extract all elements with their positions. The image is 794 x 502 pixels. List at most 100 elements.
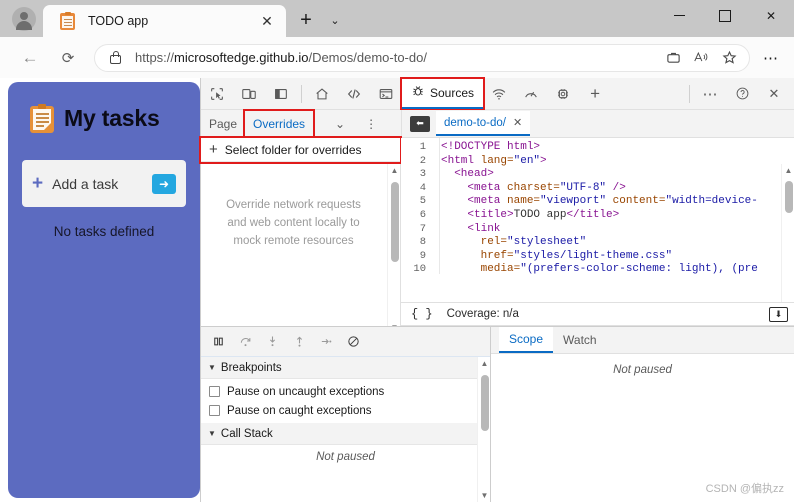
read-aloud-icon[interactable] bbox=[687, 45, 715, 71]
more-tools-icon[interactable]: ⋯ bbox=[697, 81, 723, 107]
add-task-input[interactable]: Add a task bbox=[52, 176, 152, 192]
code-text[interactable]: rel="stylesheet" bbox=[435, 236, 586, 250]
editor-file-tab[interactable]: demo-to-do/ ✕ bbox=[436, 111, 530, 136]
elements-icon[interactable] bbox=[341, 81, 367, 107]
help-icon[interactable] bbox=[729, 81, 755, 107]
call-stack-section-header[interactable]: ▼ Call Stack bbox=[201, 423, 490, 445]
step-into-icon[interactable] bbox=[259, 329, 286, 355]
bug-icon bbox=[411, 84, 425, 101]
line-number: 10 bbox=[401, 263, 435, 274]
checkbox[interactable] bbox=[209, 405, 220, 416]
avatar-body bbox=[16, 21, 32, 30]
scope-tab-bar: Scope Watch bbox=[491, 327, 794, 354]
browser-settings-icon[interactable]: ⋯ bbox=[756, 43, 786, 73]
call-stack-empty: Not paused bbox=[201, 445, 490, 463]
clipboard-icon bbox=[59, 13, 76, 30]
code-text[interactable]: href="styles/light-theme.css" bbox=[435, 250, 672, 264]
pause-icon[interactable] bbox=[205, 329, 232, 355]
breakpoints-section-header[interactable]: ▼ Breakpoints bbox=[201, 357, 490, 379]
window-close-button[interactable]: ✕ bbox=[748, 0, 794, 31]
window-controls: ✕ bbox=[656, 0, 794, 37]
code-text[interactable]: <!DOCTYPE html> bbox=[435, 141, 540, 155]
deactivate-breakpoints-icon[interactable] bbox=[340, 329, 367, 355]
code-line: 3 <head> bbox=[401, 168, 794, 182]
code-text[interactable]: media="(prefers-color-scheme: light), (p… bbox=[435, 263, 758, 274]
kebab-menu-icon[interactable]: ⋮ bbox=[357, 111, 385, 137]
memory-icon[interactable] bbox=[550, 81, 576, 107]
submit-task-button[interactable]: ➜ bbox=[152, 174, 176, 194]
line-number: 8 bbox=[401, 236, 435, 250]
scope-watch-panel: Scope Watch Not paused CSDN @偏执zz bbox=[491, 327, 794, 502]
line-number: 7 bbox=[401, 223, 435, 237]
plus-icon: + bbox=[32, 173, 43, 195]
scroll-down-arrow-icon[interactable]: ▼ bbox=[478, 489, 491, 502]
close-icon[interactable]: ✕ bbox=[256, 10, 278, 32]
select-folder-for-overrides-button[interactable]: + Select folder for overrides bbox=[201, 138, 400, 162]
lock-icon bbox=[109, 50, 123, 65]
add-panel-icon[interactable]: + bbox=[582, 81, 608, 107]
code-content[interactable]: 1<!DOCTYPE html>2<html lang="en">3 <head… bbox=[401, 138, 794, 274]
code-text[interactable]: <link bbox=[435, 223, 500, 237]
code-text[interactable]: <meta charset="UTF-8" /> bbox=[435, 182, 626, 196]
console-icon[interactable] bbox=[373, 81, 399, 107]
browser-window: TODO app ✕ + ⌄ ✕ ← ⟳ https://microsofted… bbox=[0, 0, 794, 502]
scroll-up-arrow-icon[interactable]: ▲ bbox=[478, 357, 491, 370]
pause-caught-row[interactable]: Pause on caught exceptions bbox=[201, 401, 490, 420]
close-icon[interactable]: ✕ bbox=[513, 116, 522, 129]
browser-tab[interactable]: TODO app ✕ bbox=[43, 5, 286, 37]
performance-icon[interactable] bbox=[518, 81, 544, 107]
address-bar[interactable]: https://microsoftedge.github.io/Demos/de… bbox=[94, 44, 750, 72]
pause-uncaught-row[interactable]: Pause on uncaught exceptions bbox=[201, 382, 490, 401]
line-number: 6 bbox=[401, 209, 435, 223]
tab-overrides[interactable]: Overrides bbox=[245, 111, 313, 137]
gutter-divider bbox=[439, 138, 440, 274]
collections-icon[interactable] bbox=[659, 45, 687, 71]
show-navigator-icon[interactable]: ⬅ bbox=[410, 116, 430, 132]
device-toolbar-icon[interactable] bbox=[236, 81, 262, 107]
editor-vertical-scrollbar[interactable]: ▲ ▼ bbox=[781, 164, 794, 321]
tab-watch[interactable]: Watch bbox=[553, 327, 607, 353]
step-out-icon[interactable] bbox=[286, 329, 313, 355]
code-text[interactable]: <title>TODO app</title> bbox=[435, 209, 619, 223]
scroll-up-arrow-icon[interactable]: ▲ bbox=[782, 164, 794, 177]
favorite-star-icon[interactable] bbox=[715, 45, 743, 71]
back-arrow-icon[interactable]: ← bbox=[14, 42, 46, 74]
debugger-area: ▼ Breakpoints Pause on uncaught exceptio… bbox=[201, 326, 794, 502]
scrollbar-thumb[interactable] bbox=[481, 375, 489, 431]
chevron-down-icon[interactable]: ⌄ bbox=[322, 8, 348, 32]
scroll-up-arrow-icon[interactable]: ▲ bbox=[388, 164, 401, 177]
tab-scope[interactable]: Scope bbox=[499, 327, 553, 353]
code-text[interactable]: <head> bbox=[435, 168, 494, 182]
checkbox[interactable] bbox=[209, 386, 220, 397]
maximize-button[interactable] bbox=[702, 0, 748, 31]
step-over-icon[interactable] bbox=[232, 329, 259, 355]
scope-empty-message: Not paused bbox=[491, 354, 794, 376]
coverage-bar: { } Coverage: n/a ⬇ bbox=[401, 302, 794, 326]
inspect-element-icon[interactable] bbox=[204, 81, 230, 107]
dock-side-icon[interactable] bbox=[268, 81, 294, 107]
devtools-close-icon[interactable]: ✕ bbox=[761, 81, 787, 107]
step-icon[interactable] bbox=[313, 329, 340, 355]
scrollbar-thumb[interactable] bbox=[785, 181, 793, 213]
tab-sources[interactable]: Sources bbox=[402, 79, 483, 109]
code-text[interactable]: <html lang="en"> bbox=[435, 155, 547, 169]
network-icon[interactable] bbox=[486, 81, 512, 107]
download-icon[interactable]: ⬇ bbox=[769, 307, 788, 322]
overrides-scrollbar[interactable]: ▲ ▼ bbox=[387, 164, 400, 334]
chevron-down-icon[interactable]: ⌄ bbox=[327, 111, 353, 137]
code-lines: 1<!DOCTYPE html>2<html lang="en">3 <head… bbox=[401, 141, 794, 274]
new-tab-button[interactable]: + bbox=[293, 8, 319, 32]
code-line: 7 <link bbox=[401, 223, 794, 237]
code-line: 8 rel="stylesheet" bbox=[401, 236, 794, 250]
scrollbar-thumb[interactable] bbox=[391, 182, 399, 262]
welcome-home-icon[interactable] bbox=[309, 81, 335, 107]
format-braces-icon[interactable]: { } bbox=[411, 307, 433, 321]
profile-avatar[interactable] bbox=[12, 7, 36, 31]
reload-icon[interactable]: ⟳ bbox=[52, 42, 84, 74]
code-text[interactable]: <meta name="viewport" content="width=dev… bbox=[435, 195, 758, 209]
debugger-scrollbar[interactable]: ▲ ▼ bbox=[477, 357, 490, 502]
code-line: 2<html lang="en"> bbox=[401, 155, 794, 169]
minimize-button[interactable] bbox=[656, 0, 702, 31]
add-task-row[interactable]: + Add a task ➜ bbox=[22, 160, 186, 207]
tab-page[interactable]: Page bbox=[201, 111, 245, 137]
